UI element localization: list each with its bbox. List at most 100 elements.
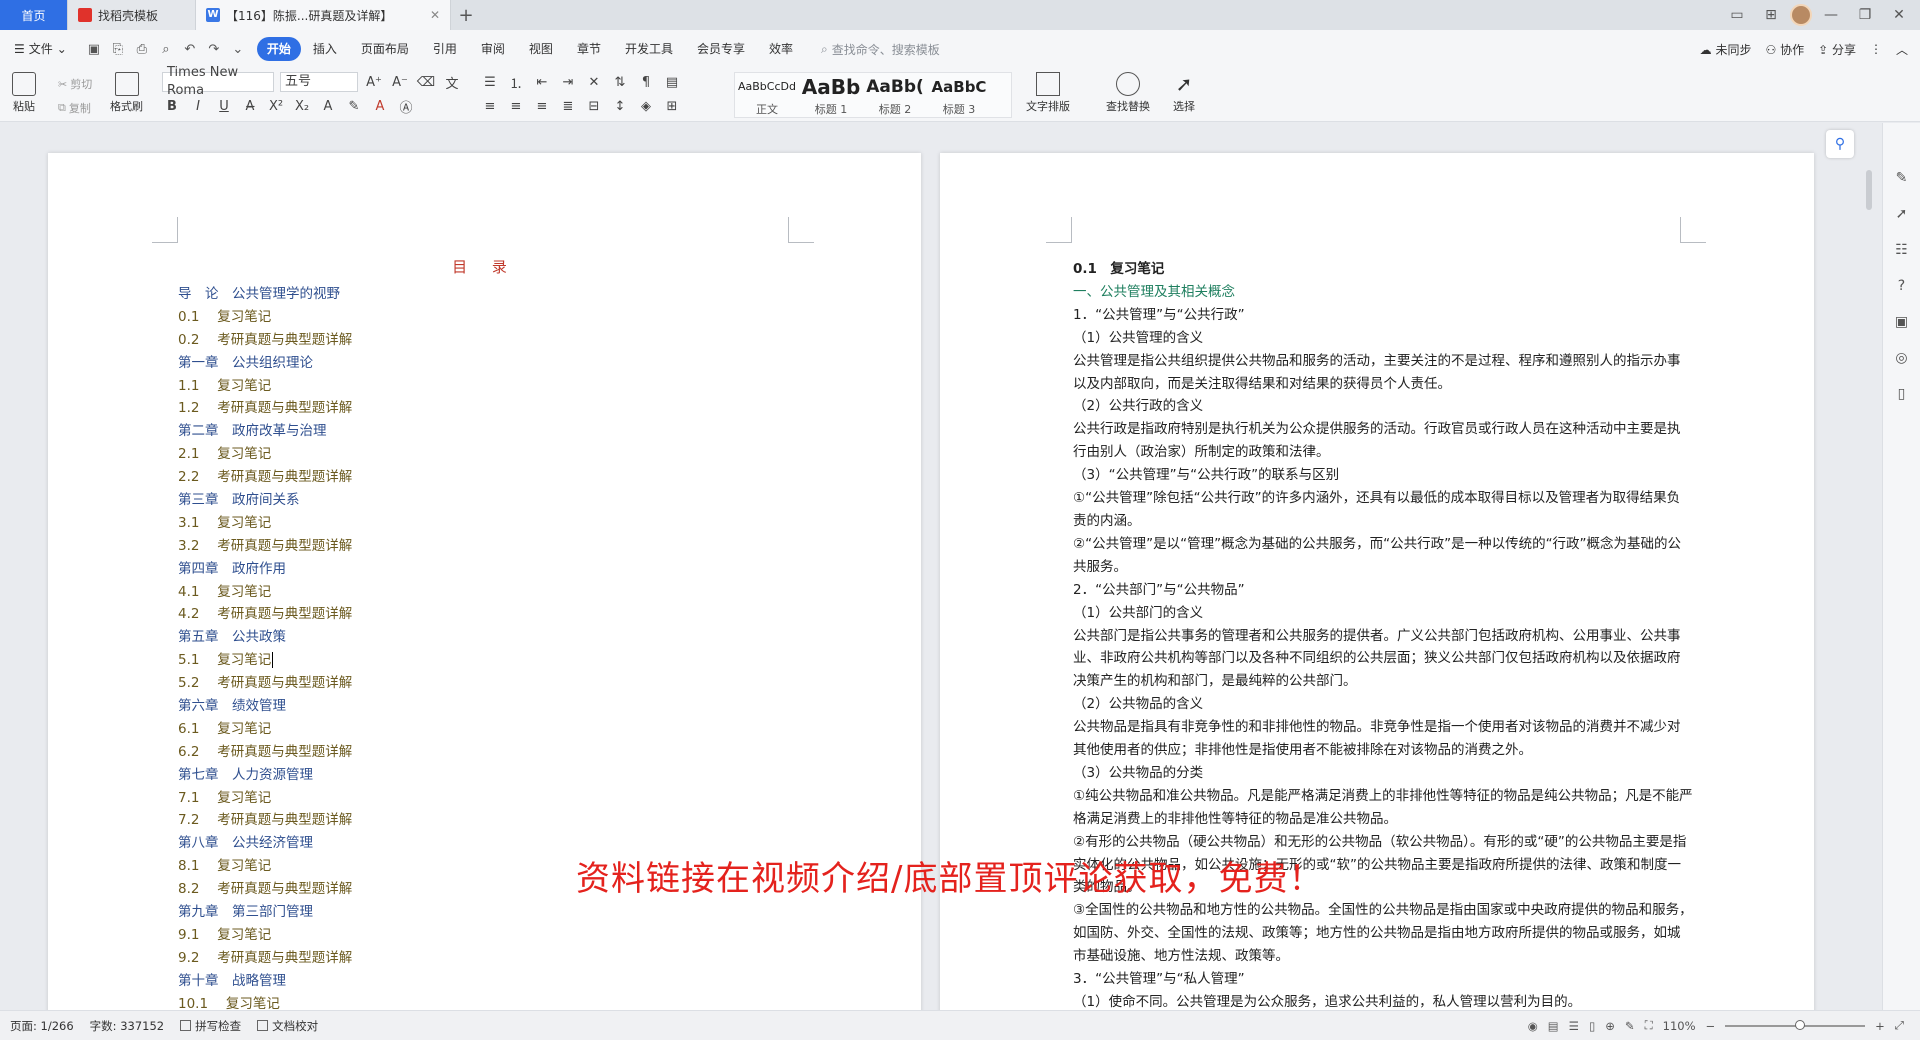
cut-button[interactable]: ✂ 剪切 (58, 76, 92, 92)
style-heading-3[interactable]: AaBbC 标题 3 (927, 73, 991, 117)
toc-section[interactable]: 5.2 考研真题与典型题详解 (178, 672, 352, 695)
increase-indent-icon[interactable]: ⇥ (558, 72, 578, 92)
page-count[interactable]: 页面: 1/266 (10, 1018, 74, 1034)
toc-section[interactable]: 9.2 考研真题与典型题详解 (178, 947, 352, 970)
word-count[interactable]: 字数: 337152 (90, 1018, 164, 1034)
location-pin-icon[interactable]: ⚲ (1826, 130, 1854, 158)
toc-section[interactable]: 6.1 复习笔记 (178, 718, 352, 741)
proofread-toggle[interactable]: 文档校对 (257, 1018, 318, 1034)
find-replace-button[interactable]: 查找替换 (1106, 72, 1150, 114)
italic-icon[interactable]: I (188, 96, 208, 116)
style-heading-1[interactable]: AaBb 标题 1 (799, 73, 863, 117)
tab-home[interactable]: 首页 (0, 0, 68, 30)
char-border-icon[interactable]: Ⓐ (396, 96, 416, 116)
collab-button[interactable]: ⚇ 协作 (1766, 41, 1805, 58)
paste-button[interactable]: 粘贴 (12, 72, 36, 114)
strikethrough-icon[interactable]: A̶ (240, 96, 260, 116)
phonetic-icon[interactable]: 文 (442, 72, 462, 92)
subscript-icon[interactable]: X₂ (292, 96, 312, 116)
toc-section[interactable]: 10.1 复习笔记 (178, 993, 352, 1010)
bullet-list-icon[interactable]: ☰ (480, 72, 500, 92)
toc-section[interactable]: 2.2 考研真题与典型题详解 (178, 466, 352, 489)
underline-icon[interactable]: U (214, 96, 234, 116)
toc-chapter[interactable]: 导 论 公共管理学的视野 (178, 283, 352, 306)
close-icon[interactable]: ✕ (1884, 0, 1914, 30)
minimize-icon[interactable]: — (1816, 0, 1846, 30)
shading-icon[interactable]: ◈ (636, 96, 656, 116)
avatar[interactable] (1790, 4, 1812, 26)
scrollbar-thumb[interactable] (1866, 170, 1872, 210)
menu-chapter[interactable]: 章节 (565, 37, 613, 61)
toc-section[interactable]: 4.2 考研真题与典型题详解 (178, 603, 352, 626)
toc-chapter[interactable]: 第四章 政府作用 (178, 558, 352, 581)
menu-view[interactable]: 视图 (517, 37, 565, 61)
outline-view-icon[interactable]: ☰ (1569, 1019, 1579, 1033)
sync-status[interactable]: ☁ 未同步 (1700, 41, 1752, 58)
web-view-icon[interactable]: ⊕ (1605, 1019, 1615, 1033)
menu-page-layout[interactable]: 页面布局 (349, 37, 421, 61)
toc-section[interactable]: 6.2 考研真题与典型题详解 (178, 741, 352, 764)
toc-chapter[interactable]: 第五章 公共政策 (178, 626, 352, 649)
spell-check-toggle[interactable]: 拼写检查 (180, 1018, 241, 1034)
toc-section[interactable]: 8.2 考研真题与典型题详解 (178, 878, 352, 901)
apps-grid-icon[interactable]: ⊞ (1756, 0, 1786, 30)
customize-icon[interactable]: ⌄ (227, 38, 249, 60)
export-icon[interactable]: ⎘ (107, 38, 129, 60)
fit-page-icon[interactable]: ⛶ (1645, 1018, 1653, 1033)
toc-chapter[interactable]: 第七章 人力资源管理 (178, 764, 352, 787)
style-normal[interactable]: AaBbCcDd 正文 (735, 73, 799, 117)
pointer-icon[interactable]: ➚ (1891, 203, 1913, 225)
toc-chapter[interactable]: 第二章 政府改革与治理 (178, 420, 352, 443)
toc-chapter[interactable]: 第六章 绩效管理 (178, 695, 352, 718)
align-left-icon[interactable]: ≡ (480, 96, 500, 116)
toc-chapter[interactable]: 第一章 公共组织理论 (178, 352, 352, 375)
print-preview-icon[interactable]: ⌕ (155, 38, 177, 60)
document-workspace[interactable]: 目 录 导 论 公共管理学的视野 0.1 复习笔记 0.2 考研真题与典型题详解 第一… (0, 123, 1920, 1010)
grow-font-icon[interactable]: A⁺ (364, 72, 384, 92)
toc-chapter[interactable]: 第十章 战略管理 (178, 970, 352, 993)
toc-section[interactable]: 1.2 考研真题与典型题详解 (178, 397, 352, 420)
text-layout-button[interactable]: 文字排版 (1026, 72, 1070, 114)
zoom-slider[interactable] (1725, 1019, 1866, 1030)
eye-protection-icon[interactable]: ◉ (1528, 1019, 1538, 1033)
decrease-indent-icon[interactable]: ⇤ (532, 72, 552, 92)
toc-section[interactable]: 4.1 复习笔记 (178, 581, 352, 604)
redo-icon[interactable]: ↷ (203, 38, 225, 60)
table-tools-icon[interactable]: ▤ (662, 72, 682, 92)
collapse-ribbon-icon[interactable]: ︿ (1896, 41, 1908, 58)
toc-section[interactable]: 0.1 复习笔记 (178, 306, 352, 329)
format-painter-button[interactable]: 格式刷 (110, 72, 143, 114)
zoom-out-icon[interactable]: − (1706, 1019, 1716, 1033)
highlight-icon[interactable]: ✎ (344, 96, 364, 116)
zoom-slider-knob[interactable] (1795, 1019, 1806, 1030)
justify-icon[interactable]: ≣ (558, 96, 578, 116)
tab-close-icon[interactable]: ✕ (430, 8, 440, 22)
print-icon[interactable]: ⎙ (131, 38, 153, 60)
fullscreen-icon[interactable]: ⤢ (1895, 1018, 1904, 1033)
sort-icon[interactable]: ⇅ (610, 72, 630, 92)
tab-template[interactable]: 找稻壳模板 (68, 0, 196, 30)
bold-icon[interactable]: B (162, 96, 182, 116)
settings-sliders-icon[interactable]: ☷ (1891, 239, 1913, 261)
toc-section[interactable]: 5.1 复习笔记 (178, 649, 352, 672)
clear-format-icon[interactable]: ⌫ (416, 72, 436, 92)
menu-references[interactable]: 引用 (421, 37, 469, 61)
chinese-layout-icon[interactable]: ✕ (584, 72, 604, 92)
show-marks-icon[interactable]: ¶ (636, 72, 656, 92)
save-icon[interactable]: ▣ (83, 38, 105, 60)
more-icon[interactable]: ⋮ (1870, 42, 1882, 56)
line-spacing-icon[interactable]: ↕ (610, 96, 630, 116)
reading-view-icon[interactable]: ▯ (1589, 1019, 1595, 1033)
copy-button[interactable]: ⧉ 复制 (58, 100, 91, 116)
distribute-icon[interactable]: ⊟ (584, 96, 604, 116)
borders-icon[interactable]: ⊞ (662, 96, 682, 116)
shrink-font-icon[interactable]: A⁻ (390, 72, 410, 92)
write-mode-icon[interactable]: ✎ (1625, 1019, 1635, 1033)
toc-section[interactable]: 0.2 考研真题与典型题详解 (178, 329, 352, 352)
command-search[interactable]: ⌕ 查找命令、搜索模板 (821, 41, 940, 58)
style-heading-2[interactable]: AaBb( 标题 2 (863, 73, 927, 117)
menu-insert[interactable]: 插入 (301, 37, 349, 61)
new-tab-button[interactable]: + (451, 0, 481, 30)
zoom-in-icon[interactable]: + (1875, 1019, 1885, 1033)
toc-section[interactable]: 3.2 考研真题与典型题详解 (178, 535, 352, 558)
